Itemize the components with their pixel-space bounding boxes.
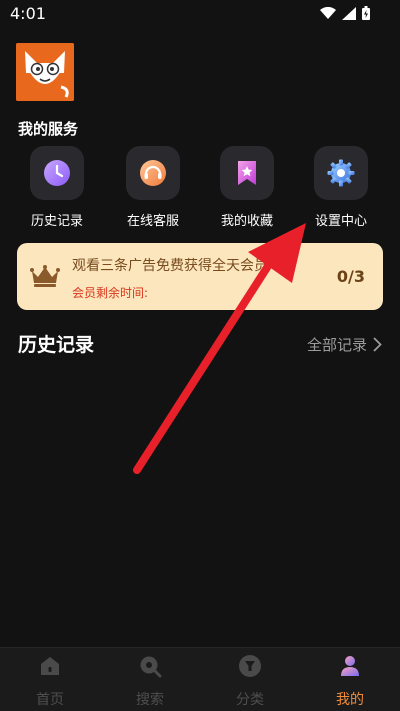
headset-icon [140, 160, 166, 186]
signal-icon [342, 6, 356, 20]
service-label: 设置中心 [314, 214, 367, 229]
clock-icon [44, 160, 70, 186]
screen: 4:01 我的服务 历史记录 在线客服 我的收藏 设置中心 观看三条广告免费获得… [0, 0, 400, 711]
promo-banner[interactable]: 观看三条广告免费获得全天会员 会员剩余时间: 0/3 [17, 243, 383, 310]
service-tile [314, 146, 368, 200]
nav-profile[interactable]: 我的 [300, 654, 400, 709]
bottom-nav: 首页 搜索 分类 我的 [0, 647, 400, 711]
nav-label: 分类 [236, 692, 264, 708]
history-title: 历史记录 [18, 334, 95, 356]
service-history[interactable]: 历史记录 [17, 146, 97, 229]
chevron-right-icon [373, 337, 382, 352]
nav-search[interactable]: 搜索 [100, 654, 200, 709]
all-records-link[interactable]: 全部记录 [307, 334, 382, 355]
avatar[interactable] [16, 43, 74, 101]
nav-home[interactable]: 首页 [0, 654, 100, 709]
service-tile [30, 146, 84, 200]
all-records-label: 全部记录 [306, 336, 367, 354]
service-label: 在线客服 [126, 214, 179, 229]
services-grid: 历史记录 在线客服 我的收藏 设置中心 [0, 146, 400, 236]
promo-count: 0/3 [336, 267, 365, 286]
bookmark-star-icon [238, 161, 256, 185]
service-settings[interactable]: 设置中心 [301, 146, 381, 229]
service-label: 历史记录 [30, 214, 83, 229]
crown-icon [30, 265, 60, 287]
status-icons [320, 6, 370, 20]
service-favorites[interactable]: 我的收藏 [207, 146, 287, 229]
cat-avatar-icon [16, 43, 74, 101]
home-icon [41, 657, 59, 675]
nav-label: 搜索 [136, 692, 164, 708]
battery-icon [362, 6, 370, 20]
wifi-icon [320, 6, 336, 19]
service-tile [220, 146, 274, 200]
search-icon [140, 656, 162, 678]
nav-label: 首页 [36, 692, 64, 708]
status-time: 4:01 [10, 4, 46, 23]
services-title: 我的服务 [18, 120, 79, 138]
promo-title: 观看三条广告免费获得全天会员 [72, 258, 268, 274]
service-tile [126, 146, 180, 200]
nav-category[interactable]: 分类 [200, 654, 300, 709]
service-label: 我的收藏 [220, 214, 273, 229]
gear-icon [327, 159, 355, 187]
filter-icon [239, 655, 261, 677]
status-bar: 4:01 [0, 0, 400, 28]
service-customer-support[interactable]: 在线客服 [113, 146, 193, 229]
nav-label: 我的 [336, 692, 364, 708]
profile-icon [341, 656, 359, 676]
promo-subtitle: 会员剩余时间: [72, 286, 149, 300]
